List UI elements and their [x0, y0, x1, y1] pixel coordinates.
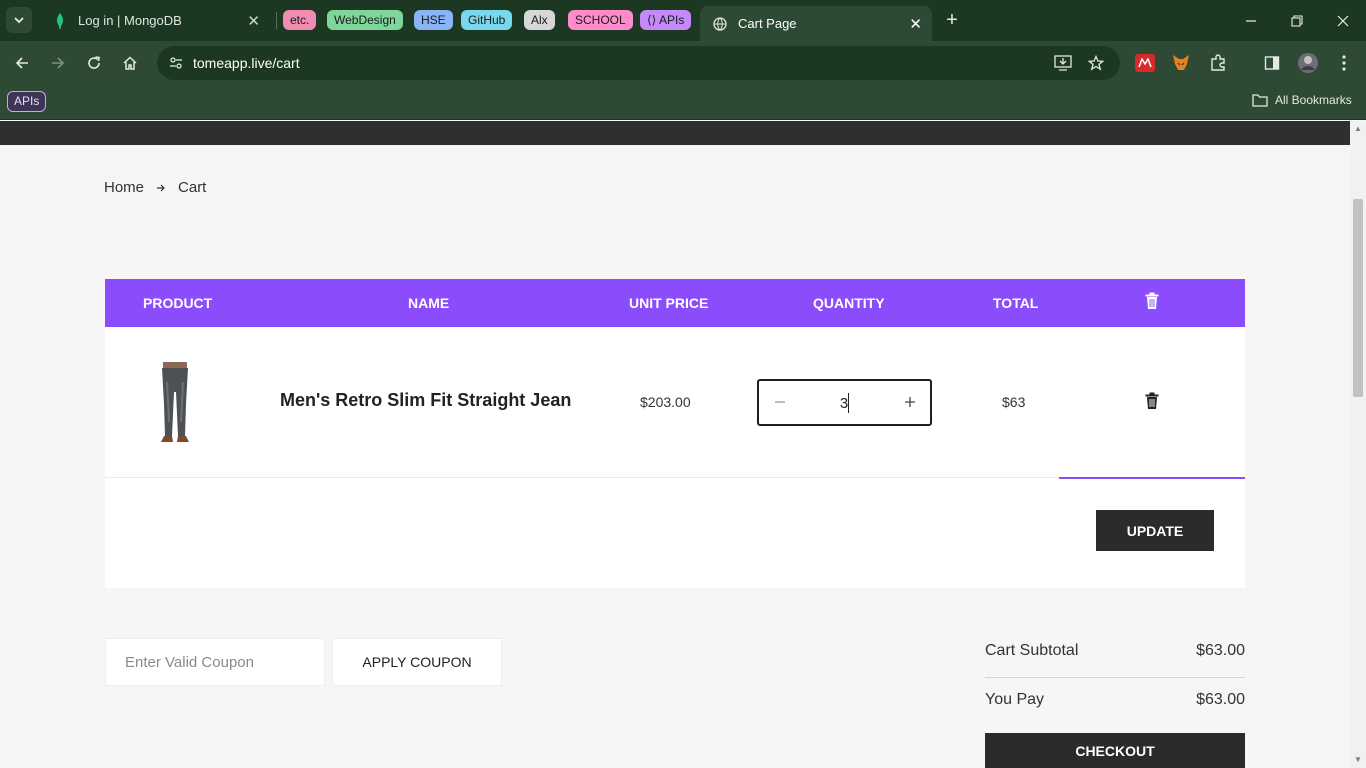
browser-toolbar: tomeapp.live/cart: [0, 41, 1366, 85]
text-caret: [848, 393, 849, 413]
cart-summary: Cart Subtotal $63.00 You Pay $63.00: [985, 629, 1245, 727]
row-accent-line: [1059, 477, 1245, 479]
back-arrow-icon[interactable]: [8, 49, 36, 77]
scroll-thumb[interactable]: [1353, 199, 1363, 397]
all-bookmarks-label: All Bookmarks: [1275, 93, 1352, 107]
trash-icon[interactable]: [1145, 292, 1159, 310]
subtotal-row: Cart Subtotal $63.00: [985, 629, 1245, 678]
reload-icon[interactable]: [80, 49, 108, 77]
row-total: $63: [1002, 394, 1026, 410]
tab-search-button[interactable]: [6, 7, 32, 33]
tab-cart-page[interactable]: Cart Page ✕: [700, 6, 932, 41]
subtotal-label: Cart Subtotal: [985, 642, 1079, 659]
header-product: PRODUCT: [143, 295, 213, 311]
cart-table: PRODUCT NAME UNIT PRICE QUANTITY TOTAL M…: [105, 279, 1245, 588]
minimize-icon[interactable]: [1228, 6, 1274, 35]
tab-group-github[interactable]: GitHub: [461, 10, 513, 30]
coupon-input[interactable]: [105, 638, 325, 686]
product-name[interactable]: Men's Retro Slim Fit Straight Jean: [280, 390, 571, 411]
header-total: TOTAL: [993, 295, 1039, 311]
home-icon[interactable]: [116, 49, 144, 77]
you-pay-label: You Pay: [985, 691, 1045, 708]
profile-avatar-icon[interactable]: [1297, 52, 1319, 74]
metamask-fox-icon[interactable]: [1170, 52, 1192, 74]
extensions-puzzle-icon[interactable]: [1207, 52, 1229, 74]
breadcrumb-home-link[interactable]: Home: [104, 179, 144, 196]
unit-price: $203.00: [640, 394, 691, 410]
breadcrumb-current: Cart: [178, 179, 207, 196]
restore-icon[interactable]: [1274, 6, 1320, 35]
apply-coupon-button[interactable]: APPLY COUPON: [332, 638, 502, 686]
cart-table-header: PRODUCT NAME UNIT PRICE QUANTITY TOTAL: [105, 279, 1245, 327]
table-row: Men's Retro Slim Fit Straight Jean $203.…: [105, 327, 1245, 479]
side-panel-icon[interactable]: [1261, 52, 1283, 74]
page-scrollbar[interactable]: ▲ ▼: [1350, 121, 1366, 768]
header-unit-price: UNIT PRICE: [629, 295, 709, 311]
address-bar[interactable]: tomeapp.live/cart: [157, 46, 1120, 80]
site-header-strip: [0, 121, 1350, 145]
arrow-right-icon: [157, 184, 165, 191]
extension-red-icon[interactable]: [1135, 54, 1155, 72]
close-tab-icon[interactable]: ✕: [247, 12, 260, 30]
page-viewport: Home Cart PRODUCT NAME UNIT PRICE QUANTI…: [0, 121, 1350, 768]
tab-group-apis[interactable]: ⟨⟩ APIs: [640, 10, 692, 30]
quantity-input[interactable]: [819, 392, 869, 414]
bookmarks-bar: APIs All Bookmarks: [0, 85, 1366, 120]
you-pay-row: You Pay $63.00: [985, 678, 1245, 727]
product-image-jeans[interactable]: [155, 362, 195, 444]
globe-icon: [712, 16, 728, 32]
tab-title: Log in | MongoDB: [78, 13, 182, 28]
tab-group-hse[interactable]: HSE: [414, 10, 453, 30]
api-group-icon: ⟨⟩: [647, 13, 660, 27]
tab-group-apis-label: APIs: [659, 13, 685, 27]
install-app-icon[interactable]: [1053, 54, 1073, 72]
folder-icon: [1252, 94, 1268, 107]
tab-separator: [276, 12, 277, 29]
scroll-up-icon[interactable]: ▲: [1353, 124, 1363, 134]
chrome-menu-icon[interactable]: [1333, 52, 1355, 74]
breadcrumb: Home Cart: [104, 179, 206, 196]
all-bookmarks-button[interactable]: All Bookmarks: [1252, 93, 1352, 107]
chevron-down-icon: [14, 17, 24, 24]
breadcrumb-section: Home Cart: [0, 145, 1350, 229]
remove-item-trash-icon[interactable]: [1145, 392, 1159, 410]
plus-icon[interactable]: [899, 391, 921, 413]
forward-arrow-icon[interactable]: [44, 49, 72, 77]
leaf-icon: [52, 12, 68, 29]
close-window-icon[interactable]: [1320, 6, 1366, 35]
scroll-down-icon[interactable]: ▼: [1353, 755, 1363, 765]
header-name: NAME: [408, 295, 450, 311]
tab-title: Cart Page: [738, 16, 797, 31]
tab-group-webdesign[interactable]: WebDesign: [327, 10, 403, 30]
header-quantity: QUANTITY: [813, 295, 885, 311]
tab-group-school[interactable]: SCHOOL: [568, 10, 633, 30]
new-tab-icon[interactable]: +: [940, 8, 964, 32]
quantity-stepper: [757, 379, 932, 426]
bookmark-star-icon[interactable]: [1086, 54, 1106, 72]
you-pay-value: $63.00: [1196, 691, 1245, 708]
tab-group-alx[interactable]: Alx: [524, 10, 555, 30]
checkout-button[interactable]: CHECKOUT: [985, 733, 1245, 768]
url-text: tomeapp.live/cart: [193, 55, 300, 71]
site-settings-icon[interactable]: [165, 52, 187, 74]
subtotal-value: $63.00: [1196, 642, 1245, 659]
tab-strip: Log in | MongoDB ✕ etc. WebDesign HSE Gi…: [0, 0, 1366, 41]
tab-mongodb[interactable]: Log in | MongoDB ✕: [40, 6, 270, 35]
minus-icon[interactable]: [769, 391, 791, 413]
tab-group-etc[interactable]: etc.: [283, 10, 317, 30]
close-tab-icon[interactable]: ✕: [909, 15, 922, 33]
bookmark-group-apis[interactable]: APIs: [7, 91, 47, 112]
update-button[interactable]: UPDATE: [1096, 510, 1214, 551]
